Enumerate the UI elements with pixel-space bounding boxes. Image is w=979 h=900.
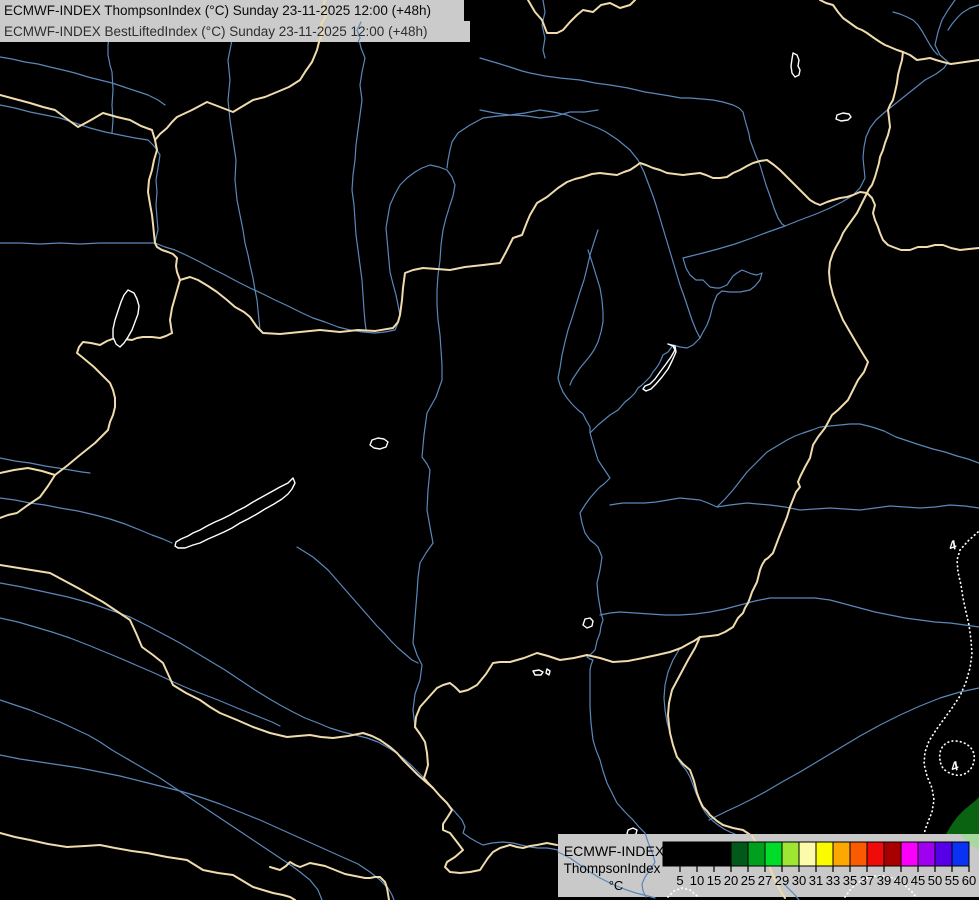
lake-small [582,617,594,629]
colorbar-segment [900,841,919,867]
colorbar-segment [798,841,817,867]
lake-small [835,112,852,122]
colorbar-tick-label: 45 [911,873,925,888]
colorbar-segment [815,841,834,867]
legend-unit: °C [609,878,624,893]
colorbar-tick-label: 27 [758,873,772,888]
colorbar-tick-label: 40 [894,873,908,888]
colorbar-segment [934,841,953,867]
lake-small [532,669,544,676]
title-bar: ECMWF-INDEX ThompsonIndex (°C) Sunday 23… [0,0,470,43]
colorbar-segment [747,841,766,867]
colorbar-segment [849,841,868,867]
colorbar-tick-label: 37 [860,873,874,888]
lake-velence [369,437,389,450]
lake-small [545,668,551,676]
colorbar-segment [781,841,800,867]
colorbar-segment [832,841,851,867]
colorbar-segment [696,841,715,867]
legend-panel: 5 10 15 20 25 27 29 30 31 33 35 37 39 40 45 50 55 60 ECMW… [557,832,979,900]
map-background [0,0,979,900]
colorbar-tick-label: 35 [843,873,857,888]
title-line2: ECMWF-INDEX BestLiftedIndex (°C) Sunday … [4,24,427,39]
colorbar-segment [764,841,783,867]
colorbar-tick-label: 20 [724,873,738,888]
colorbar-tick-label: 5 [676,873,683,888]
legend-heading: ECMWF-INDEX [564,843,665,859]
colorbar-segment [713,841,732,867]
colorbar-segment [866,841,885,867]
colorbar-tick-label: 33 [826,873,840,888]
colorbar-segment [917,841,936,867]
colorbar-tick-label: 15 [707,873,721,888]
colorbar: 5 10 15 20 25 27 29 30 31 33 35 37 39 40 45 50 55 60 [662,841,976,888]
colorbar-segment [730,841,749,867]
colorbar-tick-label: 29 [775,873,789,888]
colorbar-tick-label: 10 [690,873,704,888]
colorbar-segment [883,841,902,867]
colorbar-tick-label: 50 [928,873,942,888]
colorbar-tick-label: 25 [741,873,755,888]
legend-subheading: ThompsonIndex [564,861,661,876]
colorbar-tick-label: 39 [877,873,891,888]
colorbar-tick-label: 31 [809,873,823,888]
colorbar-segment [951,841,970,867]
colorbar-tick-label: 30 [792,873,806,888]
colorbar-segment [662,841,681,867]
weather-map: 4 4 5 10 15 20 25 27 29 30 31 33 35 37 39 40 45 50 55 60 … [0,0,979,900]
colorbar-segment [679,841,698,867]
colorbar-tick-label: 55 [945,873,959,888]
title-line1: ECMWF-INDEX ThompsonIndex (°C) Sunday 23… [4,3,431,18]
colorbar-tick-label: 60 [962,873,976,888]
